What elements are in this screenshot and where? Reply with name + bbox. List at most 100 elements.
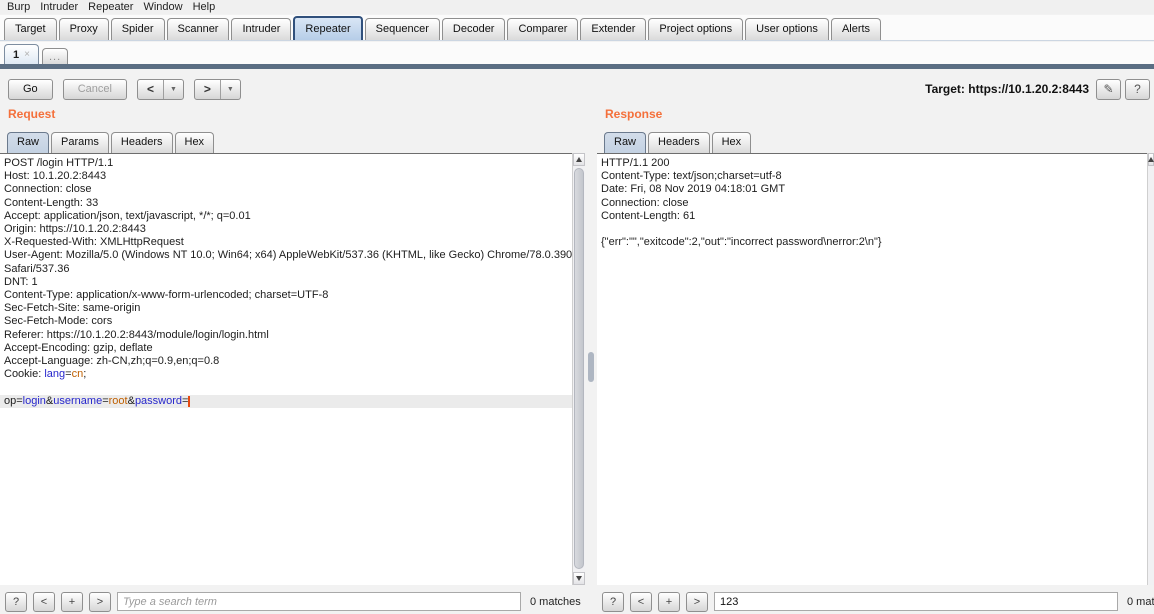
response-search-bar: ?<+> 0 matches xyxy=(597,589,1154,614)
go-button[interactable]: Go xyxy=(8,79,53,100)
request-editor[interactable]: POST /login HTTP/1.1Host: 10.1.20.2:8443… xyxy=(0,153,572,585)
main-tab-spider[interactable]: Spider xyxy=(111,18,165,40)
request-search-bar: ? < + > 0 matches xyxy=(0,589,585,614)
menu-bar: BurpIntruderRepeaterWindowHelp xyxy=(0,0,1154,14)
response-line xyxy=(601,223,1147,236)
main-tab-scanner[interactable]: Scanner xyxy=(167,18,230,40)
request-line: Sec-Fetch-Mode: cors xyxy=(4,315,572,328)
search-help-button[interactable]: ? xyxy=(602,592,624,612)
scroll-down-button[interactable] xyxy=(573,572,585,585)
search-next-button[interactable]: > xyxy=(89,592,111,612)
request-line: Accept-Language: zh-CN,zh;q=0.9,en;q=0.8 xyxy=(4,355,572,368)
edit-target-button[interactable]: ✎ xyxy=(1096,79,1121,100)
text-cursor xyxy=(188,396,190,407)
response-line: {"err":"","exitcode":2,"out":"incorrect … xyxy=(601,236,1147,249)
next-request-button[interactable]: > ▼ xyxy=(194,79,241,100)
target-area: Target: https://10.1.20.2:8443 ✎ ? xyxy=(925,77,1150,101)
request-tab-headers[interactable]: Headers xyxy=(111,132,173,153)
arrow-down-icon xyxy=(576,576,582,581)
request-line: Content-Type: application/x-www-form-url… xyxy=(4,289,572,302)
search-next-button[interactable]: > xyxy=(686,592,708,612)
main-tab-user-options[interactable]: User options xyxy=(745,18,829,40)
repeater-tab-1[interactable]: 1× xyxy=(4,44,39,64)
main-tab-comparer[interactable]: Comparer xyxy=(507,18,578,40)
menu-intruder[interactable]: Intruder xyxy=(37,1,85,13)
request-line: Referer: https://10.1.20.2:8443/module/l… xyxy=(4,329,572,342)
request-search-input[interactable] xyxy=(117,592,521,611)
request-line: POST /login HTTP/1.1 xyxy=(4,157,572,170)
prev-request-label: < xyxy=(138,80,163,99)
chevron-down-icon[interactable]: ▼ xyxy=(221,80,240,99)
search-case-button[interactable]: + xyxy=(658,592,680,612)
request-line: Content-Length: 33 xyxy=(4,197,572,210)
repeater-tab-item[interactable]: ... xyxy=(42,48,68,64)
request-tab-hex[interactable]: Hex xyxy=(175,132,215,153)
main-tab-alerts[interactable]: Alerts xyxy=(831,18,881,40)
menu-burp[interactable]: Burp xyxy=(4,1,37,13)
response-search-input[interactable] xyxy=(714,592,1118,611)
main-tab-intruder[interactable]: Intruder xyxy=(231,18,291,40)
response-scrollbar[interactable] xyxy=(1147,153,1154,585)
request-tab-bar: RawParamsHeadersHex xyxy=(7,129,216,153)
request-line xyxy=(4,381,572,394)
response-tab-headers[interactable]: Headers xyxy=(648,132,710,153)
search-help-button[interactable]: ? xyxy=(5,592,27,612)
repeater-tab-label: ... xyxy=(49,50,61,64)
response-tab-raw[interactable]: Raw xyxy=(604,132,646,153)
response-line: HTTP/1.1 200 xyxy=(601,157,1147,170)
request-line: Accept: application/json, text/javascrip… xyxy=(4,210,572,223)
request-line: Connection: close xyxy=(4,183,572,196)
search-case-button[interactable]: + xyxy=(61,592,83,612)
scrollbar-thumb[interactable] xyxy=(574,168,584,569)
menu-window[interactable]: Window xyxy=(140,1,189,13)
main-tab-sequencer[interactable]: Sequencer xyxy=(365,18,440,40)
burp-repeater-window: BurpIntruderRepeaterWindowHelp TargetPro… xyxy=(0,0,1154,614)
help-icon: ? xyxy=(1134,82,1141,96)
search-prev-button[interactable]: < xyxy=(630,592,652,612)
arrow-up-icon xyxy=(1148,157,1154,162)
target-url: https://10.1.20.2:8443 xyxy=(968,82,1089,96)
main-tab-decoder[interactable]: Decoder xyxy=(442,18,506,40)
request-line: Cookie: lang=cn; xyxy=(4,368,572,381)
main-tab-repeater[interactable]: Repeater xyxy=(293,16,362,40)
request-line: Host: 10.1.20.2:8443 xyxy=(4,170,572,183)
response-line: Date: Fri, 08 Nov 2019 04:18:01 GMT xyxy=(601,183,1147,196)
pencil-icon: ✎ xyxy=(1103,82,1113,96)
tab-divider-strip xyxy=(0,64,1154,69)
request-line: Sec-Fetch-Site: same-origin xyxy=(4,302,572,315)
request-line: Accept-Encoding: gzip, deflate xyxy=(4,342,572,355)
main-tab-target[interactable]: Target xyxy=(4,18,57,40)
request-line: DNT: 1 xyxy=(4,276,572,289)
request-panel: Request RawParamsHeadersHex POST /login … xyxy=(0,104,585,585)
menu-repeater[interactable]: Repeater xyxy=(85,1,140,13)
response-line: Connection: close xyxy=(601,197,1147,210)
main-tab-project-options[interactable]: Project options xyxy=(648,18,743,40)
splitter-grip[interactable] xyxy=(588,352,594,382)
request-tab-raw[interactable]: Raw xyxy=(7,132,49,153)
response-tab-hex[interactable]: Hex xyxy=(712,132,752,153)
close-icon[interactable]: × xyxy=(24,46,30,64)
arrow-up-icon xyxy=(576,157,582,162)
repeater-tab-bar: 1×... xyxy=(0,42,1154,64)
cancel-button[interactable]: Cancel xyxy=(63,79,127,100)
help-button[interactable]: ? xyxy=(1125,79,1150,100)
prev-request-button[interactable]: < ▼ xyxy=(137,79,184,100)
main-tab-proxy[interactable]: Proxy xyxy=(59,18,109,40)
scroll-up-button[interactable] xyxy=(573,153,585,166)
response-editor[interactable]: HTTP/1.1 200Content-Type: text/json;char… xyxy=(597,153,1147,585)
request-tab-params[interactable]: Params xyxy=(51,132,109,153)
request-match-count: 0 matches xyxy=(530,596,581,608)
response-line: Content-Length: 61 xyxy=(601,210,1147,223)
main-tab-extender[interactable]: Extender xyxy=(580,18,646,40)
request-line: Origin: https://10.1.20.2:8443 xyxy=(4,223,572,236)
request-line: Safari/537.36 xyxy=(4,263,572,276)
response-line: Content-Type: text/json;charset=utf-8 xyxy=(601,170,1147,183)
response-title: Response xyxy=(605,107,662,121)
response-tab-bar: RawHeadersHex xyxy=(604,129,753,153)
search-prev-button[interactable]: < xyxy=(33,592,55,612)
menu-help[interactable]: Help xyxy=(190,1,223,13)
panel-splitter[interactable] xyxy=(585,104,597,585)
scroll-up-button[interactable] xyxy=(1148,153,1154,166)
request-scrollbar[interactable] xyxy=(572,153,585,585)
chevron-down-icon[interactable]: ▼ xyxy=(164,80,183,99)
